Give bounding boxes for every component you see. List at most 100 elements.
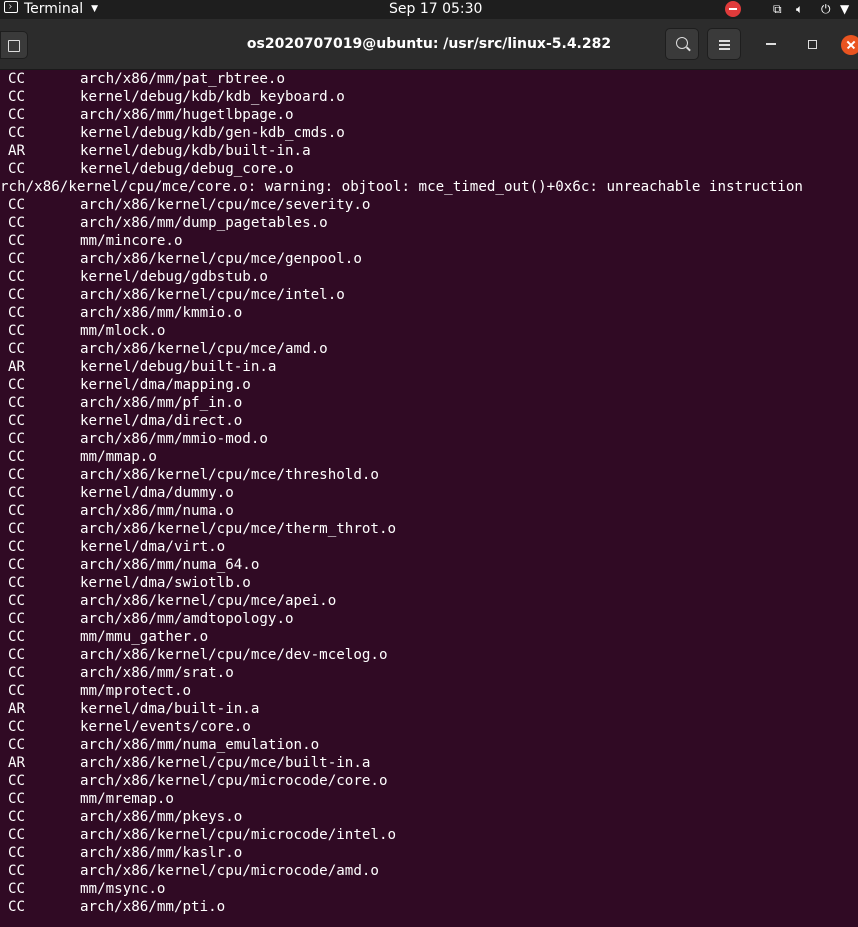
chevron-down-icon: ▼ [91, 4, 99, 14]
terminal-line: CC arch/x86/kernel/cpu/mce/therm_throt.o [0, 520, 858, 538]
build-object-path: arch/x86/kernel/cpu/mce/apei.o [80, 593, 337, 609]
terminal-line: CC kernel/dma/dummy.o [0, 484, 858, 502]
build-step-tag: CC [8, 233, 26, 249]
build-object-path: arch/x86/mm/hugetlbpage.o [80, 107, 294, 123]
build-object-path: kernel/debug/kdb/kdb_keyboard.o [80, 89, 345, 105]
build-object-path: kernel/dma/direct.o [80, 413, 243, 429]
build-step-tag: CC [8, 197, 26, 213]
close-button[interactable] [841, 35, 858, 55]
build-object-path: kernel/dma/built-in.a [80, 701, 260, 717]
build-object-path: mm/mlock.o [80, 323, 166, 339]
terminal-line: CC arch/x86/mm/pkeys.o [0, 808, 858, 826]
terminal-line: CC kernel/debug/debug_core.o [0, 160, 858, 178]
build-step-tag: CC [8, 809, 26, 825]
terminal-line: CC arch/x86/mm/pat_rbtree.o [0, 70, 858, 88]
terminal-line: CC arch/x86/kernel/cpu/mce/intel.o [0, 286, 858, 304]
terminal-line: AR kernel/dma/built-in.a [0, 700, 858, 718]
power-icon[interactable]: ⏻ [821, 1, 831, 17]
build-step-tag: CC [8, 251, 26, 267]
terminal-line: CC mm/mlock.o [0, 322, 858, 340]
build-object-path: kernel/debug/kdb/gen-kdb_cmds.o [80, 125, 345, 141]
terminal-line: AR arch/x86/kernel/cpu/mce/built-in.a [0, 754, 858, 772]
build-step-tag: CC [8, 539, 26, 555]
build-step-tag: CC [8, 503, 26, 519]
build-object-path: arch/x86/mm/amdtopology.o [80, 611, 294, 627]
terminal-output[interactable]: CC arch/x86/mm/pat_rbtree.o CC kernel/debug… [0, 70, 858, 927]
terminal-line: AR kernel/debug/kdb/built-in.a [0, 142, 858, 160]
chevron-down-icon[interactable]: ▼ [840, 1, 849, 17]
build-object-path: arch/x86/kernel/cpu/mce/therm_throt.o [80, 521, 397, 537]
build-step-tag: CC [8, 647, 26, 663]
build-step-tag: AR [8, 701, 26, 717]
network-icon[interactable]: ⧉ [773, 1, 782, 17]
terminal-line: CC kernel/dma/mapping.o [0, 376, 858, 394]
build-step-tag: CC [8, 719, 26, 735]
build-object-path: kernel/debug/gdbstub.o [80, 269, 268, 285]
build-object-path: arch/x86/mm/srat.o [80, 665, 234, 681]
build-object-path: arch/x86/kernel/cpu/mce/threshold.o [80, 467, 379, 483]
clock[interactable]: Sep 17 05:30 [389, 0, 482, 18]
build-step-tag: CC [8, 575, 26, 591]
terminal-line: CC arch/x86/kernel/cpu/mce/threshold.o [0, 466, 858, 484]
build-object-path: kernel/debug/built-in.a [80, 359, 277, 375]
app-menu[interactable]: Terminal ▼ [4, 0, 99, 18]
build-step-tag: CC [8, 593, 26, 609]
build-step-tag: CC [8, 71, 26, 87]
app-menu-label: Terminal [24, 1, 84, 17]
search-button[interactable] [665, 28, 699, 60]
terminal-line: CC arch/x86/mm/mmio-mod.o [0, 430, 858, 448]
build-step-tag: CC [8, 449, 26, 465]
build-object-path: kernel/dma/virt.o [80, 539, 226, 555]
build-object-path: mm/msync.o [80, 881, 166, 897]
build-step-tag: CC [8, 791, 26, 807]
build-step-tag: CC [8, 881, 26, 897]
build-object-path: arch/x86/mm/pat_rbtree.o [80, 71, 285, 87]
build-step-tag: CC [8, 629, 26, 645]
build-object-path: mm/mmap.o [80, 449, 157, 465]
terminal-line: CC mm/mremap.o [0, 790, 858, 808]
build-object-path: arch/x86/kernel/cpu/mce/amd.o [80, 341, 328, 357]
minimize-button[interactable] [766, 43, 776, 45]
terminal-line: CC arch/x86/kernel/cpu/microcode/intel.o [0, 826, 858, 844]
build-object-path: arch/x86/mm/mmio-mod.o [80, 431, 268, 447]
maximize-button[interactable] [808, 40, 817, 49]
build-object-path: kernel/dma/swiotlb.o [80, 575, 251, 591]
build-step-tag: CC [8, 107, 26, 123]
build-step-tag: CC [8, 485, 26, 501]
build-step-tag: CC [8, 665, 26, 681]
terminal-line: CC arch/x86/kernel/cpu/mce/dev-mcelog.o [0, 646, 858, 664]
build-object-path: arch/x86/mm/pkeys.o [80, 809, 243, 825]
stop-icon[interactable] [725, 1, 741, 17]
hamburger-menu-button[interactable] [707, 28, 741, 60]
terminal-line: rch/x86/kernel/cpu/mce/core.o: warning: … [0, 178, 858, 196]
build-object-path: kernel/events/core.o [80, 719, 251, 735]
build-step-tag: CC [8, 773, 26, 789]
terminal-line: CC mm/mmap.o [0, 448, 858, 466]
volume-icon[interactable]: 🔈︎ [796, 1, 803, 17]
terminal-line: CC arch/x86/kernel/cpu/mce/severity.o [0, 196, 858, 214]
terminal-line: CC arch/x86/kernel/cpu/mce/genpool.o [0, 250, 858, 268]
terminal-line: CC kernel/debug/gdbstub.o [0, 268, 858, 286]
terminal-line: CC arch/x86/mm/dump_pagetables.o [0, 214, 858, 232]
terminal-line: CC mm/mincore.o [0, 232, 858, 250]
build-step-tag: CC [8, 323, 26, 339]
terminal-line: CC kernel/debug/kdb/kdb_keyboard.o [0, 88, 858, 106]
terminal-line: CC mm/mmu_gather.o [0, 628, 858, 646]
build-object-path: arch/x86/kernel/cpu/microcode/amd.o [80, 863, 379, 879]
terminal-line: CC arch/x86/mm/pf_in.o [0, 394, 858, 412]
terminal-line: CC arch/x86/mm/hugetlbpage.o [0, 106, 858, 124]
build-step-tag: CC [8, 737, 26, 753]
build-object-path: kernel/dma/mapping.o [80, 377, 251, 393]
build-step-tag: CC [8, 125, 26, 141]
terminal-line: CC arch/x86/mm/numa_emulation.o [0, 736, 858, 754]
build-step-tag: CC [8, 683, 26, 699]
build-object-path: arch/x86/mm/pti.o [80, 899, 226, 915]
build-object-path: arch/x86/mm/dump_pagetables.o [80, 215, 328, 231]
system-tray[interactable]: ⧉ 🔈︎ ⏻ ▼ [718, 0, 858, 19]
build-object-path: arch/x86/kernel/cpu/mce/dev-mcelog.o [80, 647, 388, 663]
build-step-tag: CC [8, 395, 26, 411]
build-object-path: arch/x86/mm/kmmio.o [80, 305, 243, 321]
terminal-line: CC arch/x86/mm/kmmio.o [0, 304, 858, 322]
terminal-line: CC kernel/events/core.o [0, 718, 858, 736]
build-object-path: kernel/dma/dummy.o [80, 485, 234, 501]
